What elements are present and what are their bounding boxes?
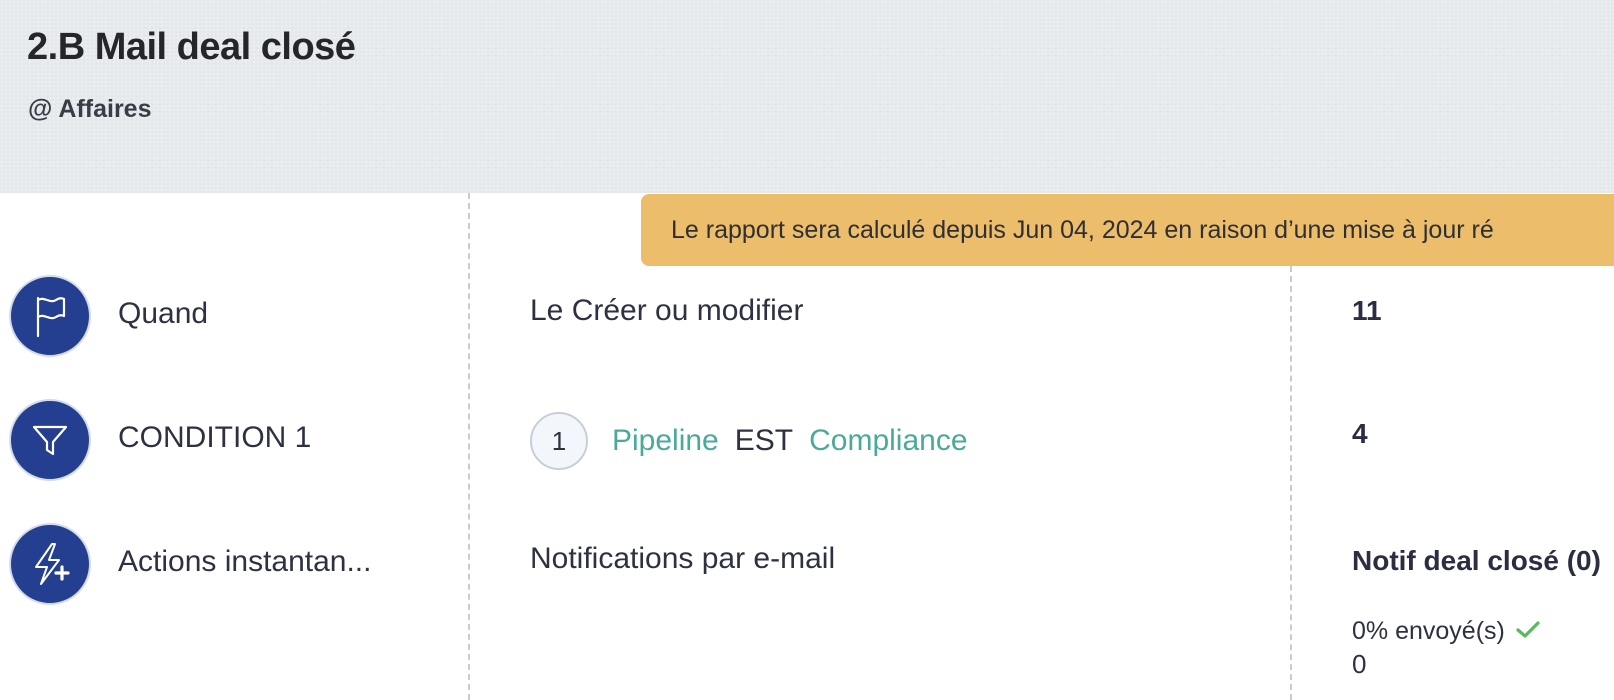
condition-count: 4 xyxy=(1352,418,1368,449)
condition-operator: EST xyxy=(734,424,794,457)
condition-criteria: 1 Pipeline EST Compliance xyxy=(530,412,968,470)
condition-field: Pipeline xyxy=(612,424,719,457)
step-condition[interactable]: CONDITION 1 xyxy=(9,399,449,481)
column-divider xyxy=(468,193,470,700)
page-title: 2.B Mail deal closé xyxy=(27,26,356,68)
step-label: Actions instantan... xyxy=(118,545,372,578)
filter-icon xyxy=(9,399,91,481)
workflow-report-page: 2.B Mail deal closé @ Affaires Le rappor… xyxy=(0,0,1614,700)
module-label: @ Affaires xyxy=(28,95,152,123)
check-icon xyxy=(1515,617,1541,646)
sent-percentage: 0% envoyé(s) xyxy=(1352,617,1505,645)
trigger-count: 11 xyxy=(1352,295,1382,326)
step-label: Quand xyxy=(118,297,209,330)
info-banner: Le rapport sera calculé depuis Jun 04, 2… xyxy=(641,194,1614,266)
sent-status: 0% envoyé(s) xyxy=(1352,617,1541,646)
step-actions[interactable]: Actions instantan... xyxy=(9,523,449,605)
sent-count: 0 xyxy=(1352,649,1367,679)
step-label: CONDITION 1 xyxy=(118,421,312,454)
condition-number-badge: 1 xyxy=(530,412,588,470)
column-divider xyxy=(1290,266,1292,700)
lightning-plus-icon xyxy=(9,523,91,605)
trigger-description: Le Créer ou modifier xyxy=(530,294,804,327)
step-when[interactable]: Quand xyxy=(9,275,449,357)
action-type: Notifications par e-mail xyxy=(530,542,836,575)
email-notification-link[interactable]: Notif deal closé (0) xyxy=(1352,545,1601,577)
condition-value: Compliance xyxy=(809,424,968,457)
page-header: 2.B Mail deal closé @ Affaires xyxy=(0,0,1614,193)
flag-icon xyxy=(9,275,91,357)
